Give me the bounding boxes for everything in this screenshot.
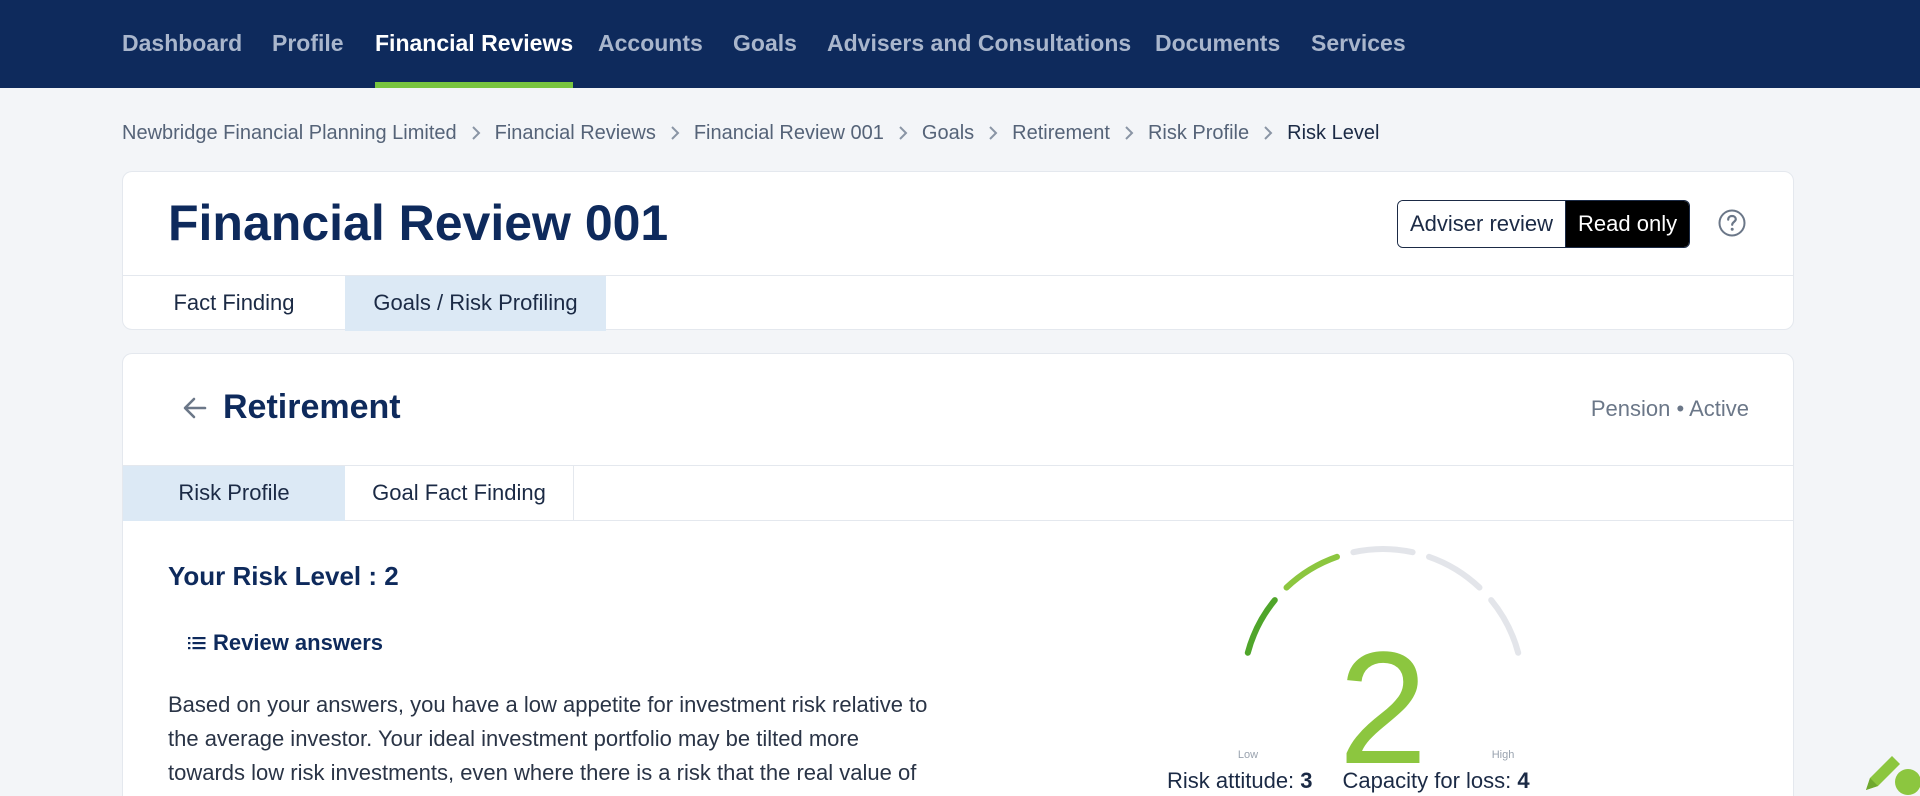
goal-status-meta: Pension • Active: [1590, 396, 1749, 421]
risk-attitude-value: 3: [1300, 768, 1313, 793]
top-navigation: Dashboard Profile Financial Reviews Acco…: [0, 0, 1920, 88]
review-answers-link[interactable]: Review answers: [187, 629, 383, 657]
pencil-icon: [1866, 756, 1920, 795]
review-answers-label: Review answers: [213, 630, 383, 655]
gauge-segment-1: [1244, 597, 1278, 656]
gauge-low-label: Low: [1238, 749, 1258, 761]
page-title: Financial Review 001: [168, 195, 669, 251]
mode-option-adviser-review[interactable]: Adviser review: [1398, 201, 1567, 247]
goal-subtabs: Risk Profile Goal Fact Finding: [123, 465, 1793, 521]
nav-item-advisers-and-consultations[interactable]: Advisers and Consultations: [827, 0, 1131, 88]
review-header-card: Financial Review 001 Adviser review Read…: [122, 171, 1794, 331]
gauge-segment-4: [1426, 553, 1483, 591]
list-icon: [188, 637, 206, 650]
capacity-for-loss: Capacity for loss: 4: [1343, 768, 1530, 793]
breadcrumb-item[interactable]: Newbridge Financial Planning Limited: [122, 122, 457, 145]
breadcrumb: Newbridge Financial Planning Limited Fin…: [122, 118, 1379, 148]
nav-item-profile[interactable]: Profile: [272, 0, 344, 88]
edit-fab-button[interactable]: [1858, 748, 1920, 796]
nav-item-accounts[interactable]: Accounts: [598, 0, 703, 88]
risk-level-gauge: 2 Low High: [1238, 546, 1522, 769]
breadcrumb-current: Risk Level: [1287, 121, 1380, 144]
nav-item-goals[interactable]: Goals: [733, 0, 797, 88]
mode-option-read-only[interactable]: Read only: [1566, 201, 1690, 247]
goal-detail-card: Retirement Pension • Active Risk Profile…: [122, 353, 1794, 796]
risk-summary: Risk attitude: 3 Capacity for loss: 4: [1167, 768, 1560, 794]
nav-item-services[interactable]: Services: [1311, 0, 1406, 88]
review-mode-toggle: Adviser review Read only: [1397, 200, 1691, 248]
gauge-segment-2: [1283, 553, 1340, 591]
nav-item-documents[interactable]: Documents: [1155, 0, 1280, 88]
section-title: Retirement: [223, 388, 401, 426]
tab-fact-finding[interactable]: Fact Finding: [123, 276, 345, 331]
gauge-level-value: 2: [1339, 618, 1428, 769]
help-icon[interactable]: [1717, 208, 1747, 238]
chevron-right-icon: [471, 125, 481, 141]
breadcrumb-item[interactable]: Financial Reviews: [495, 122, 656, 145]
risk-level-heading: Your Risk Level : 2: [168, 561, 399, 591]
tab-goals-risk-profiling[interactable]: Goals / Risk Profiling: [345, 276, 606, 331]
review-tabs: Fact Finding Goals / Risk Profiling: [123, 275, 1793, 331]
risk-attitude-label: Risk attitude:: [1167, 768, 1295, 793]
chevron-right-icon: [670, 125, 680, 141]
breadcrumb-item[interactable]: Retirement: [1012, 122, 1110, 145]
capacity-for-loss-value: 4: [1517, 768, 1530, 793]
back-arrow-icon[interactable]: [181, 394, 209, 422]
chevron-right-icon: [988, 125, 998, 141]
gauge-segment-5: [1488, 597, 1522, 656]
breadcrumb-item[interactable]: Goals: [922, 122, 974, 145]
chevron-right-icon: [1263, 125, 1273, 141]
breadcrumb-item[interactable]: Financial Review 001: [694, 122, 884, 145]
gauge-high-label: High: [1492, 749, 1515, 761]
risk-description: Based on your answers, you have a low ap…: [168, 692, 928, 796]
tab-risk-profile[interactable]: Risk Profile: [123, 466, 345, 521]
capacity-for-loss-label: Capacity for loss:: [1342, 768, 1512, 793]
chevron-right-icon: [898, 125, 908, 141]
risk-attitude: Risk attitude: 3: [1167, 768, 1313, 793]
nav-item-dashboard[interactable]: Dashboard: [122, 0, 242, 88]
gauge-segment-3: [1350, 546, 1416, 556]
breadcrumb-item[interactable]: Risk Profile: [1148, 122, 1249, 145]
nav-item-financial-reviews[interactable]: Financial Reviews: [375, 0, 574, 88]
chevron-right-icon: [1124, 125, 1134, 141]
tab-goal-fact-finding[interactable]: Goal Fact Finding: [345, 466, 574, 521]
